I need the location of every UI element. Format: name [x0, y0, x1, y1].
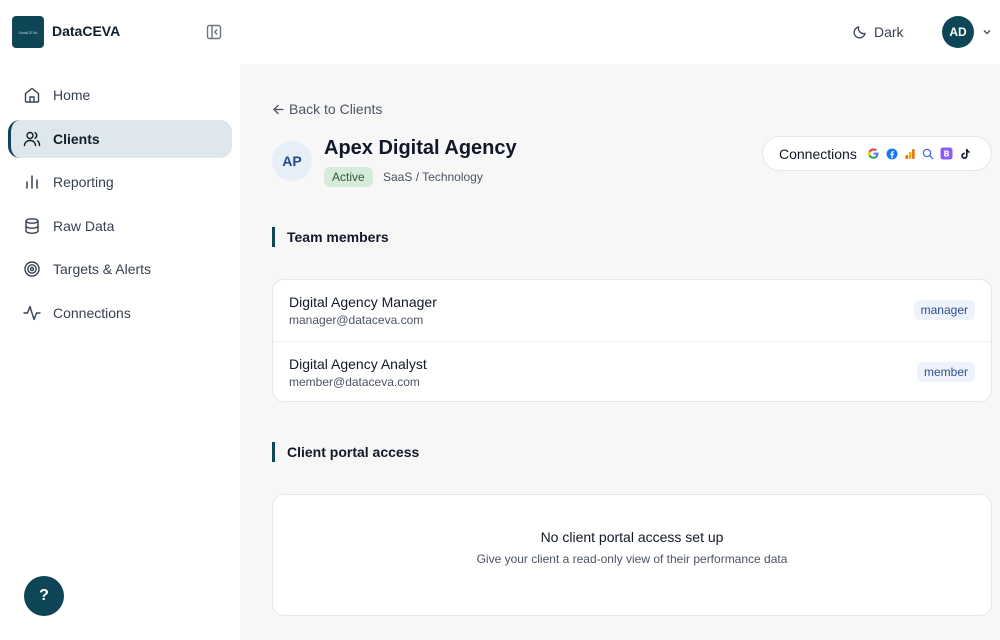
- sidebar-item-label: Clients: [53, 131, 100, 147]
- connections-icon-list: B: [867, 147, 971, 160]
- page-title: Apex Digital Agency: [324, 137, 517, 159]
- sidebar-item-reporting[interactable]: Reporting: [8, 163, 232, 201]
- sidebar-item-raw-data[interactable]: Raw Data: [8, 207, 232, 245]
- empty-state-subtitle: Give your client a read-only view of the…: [476, 552, 788, 566]
- sidebar: Home Clients Reporting Raw Data Targets …: [0, 64, 240, 640]
- client-avatar: AP: [272, 141, 312, 181]
- facebook-icon: [886, 148, 898, 159]
- member-name: Digital Agency Manager: [289, 294, 437, 310]
- team-member-row[interactable]: Digital Agency Analyst member@dataceva.c…: [273, 341, 991, 401]
- team-members-card: Digital Agency Manager manager@dataceva.…: [272, 279, 992, 402]
- analytics-icon: [905, 148, 915, 159]
- database-icon: [25, 218, 39, 234]
- logo[interactable]: DataCEVA: [12, 16, 44, 48]
- bing-icon: B: [940, 147, 953, 160]
- sidebar-item-home[interactable]: Home: [8, 76, 232, 114]
- google-icon: [867, 148, 879, 159]
- status-badge: Active: [324, 167, 373, 187]
- moon-icon: [853, 26, 866, 39]
- help-button[interactable]: ?: [24, 576, 64, 616]
- arrow-left-icon: [273, 104, 284, 114]
- users-icon: [23, 131, 41, 147]
- theme-toggle-button[interactable]: Dark: [852, 20, 904, 44]
- sidebar-item-clients[interactable]: Clients: [8, 120, 232, 158]
- sidebar-item-targets-alerts[interactable]: Targets & Alerts: [8, 250, 232, 288]
- member-email: member@dataceva.com: [289, 375, 420, 389]
- team-members-heading: Team members: [272, 227, 389, 247]
- user-avatar[interactable]: AD: [942, 16, 974, 48]
- bar-chart-icon: [26, 175, 38, 189]
- sidebar-item-label: Targets & Alerts: [53, 261, 152, 277]
- search-console-icon: [922, 148, 934, 159]
- svg-text:B: B: [943, 150, 949, 159]
- sidebar-item-label: Raw Data: [53, 218, 115, 234]
- connections-button[interactable]: Connections B: [762, 136, 992, 171]
- role-badge: member: [916, 362, 975, 382]
- member-name: Digital Agency Analyst: [289, 356, 427, 372]
- connections-button-label: Connections: [779, 145, 857, 162]
- logo-text: DataCEVA: [18, 29, 38, 35]
- theme-toggle-label: Dark: [874, 24, 904, 40]
- brand-name: DataCEVA: [52, 23, 121, 39]
- client-industry: SaaS / Technology: [383, 170, 483, 184]
- client-portal-card: No client portal access set up Give your…: [272, 494, 992, 616]
- sidebar-item-connections[interactable]: Connections: [8, 294, 232, 332]
- back-to-clients-link[interactable]: Back to Clients: [272, 100, 382, 118]
- chevron-down-icon[interactable]: [981, 26, 993, 38]
- sidebar-item-label: Connections: [53, 305, 131, 321]
- tiktok-icon: [961, 148, 970, 159]
- team-member-row[interactable]: Digital Agency Manager manager@dataceva.…: [273, 280, 991, 340]
- home-icon: [24, 87, 40, 103]
- member-email: manager@dataceva.com: [289, 313, 424, 327]
- activity-icon: [23, 305, 41, 321]
- top-bar: DataCEVA DataCEVA Dark AD: [0, 0, 1000, 64]
- target-icon: [24, 261, 40, 277]
- back-link-label: Back to Clients: [289, 101, 383, 117]
- empty-state-title: No client portal access set up: [540, 529, 724, 545]
- sidebar-collapse-button[interactable]: [204, 22, 224, 42]
- sidebar-item-label: Home: [53, 87, 91, 103]
- sidebar-item-label: Reporting: [53, 174, 114, 190]
- panel-left-icon: [206, 24, 222, 40]
- role-badge: manager: [913, 300, 975, 320]
- client-portal-heading: Client portal access: [272, 442, 419, 462]
